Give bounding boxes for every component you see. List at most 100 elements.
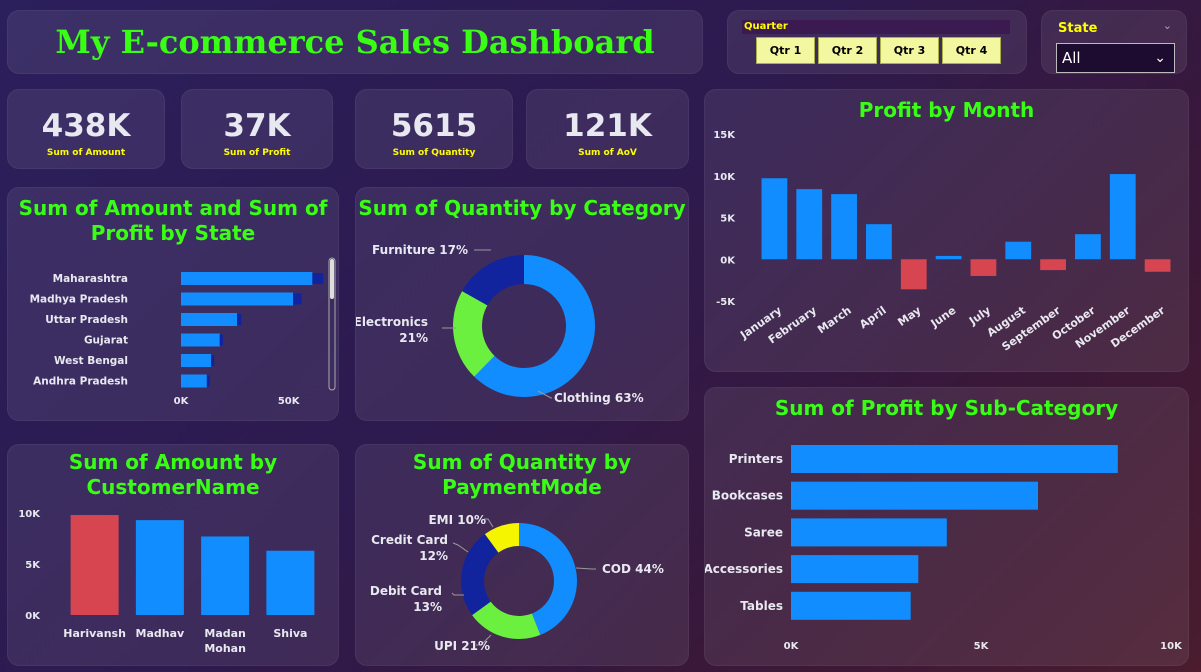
payment-chart-card: Sum of Quantity by PaymentMode COD 44% UP… bbox=[355, 444, 689, 666]
customer-bar bbox=[201, 536, 250, 615]
kpi-label: Sum of Quantity bbox=[392, 148, 476, 158]
bar-label: Tables bbox=[740, 599, 783, 613]
bar-label: Gujarat bbox=[84, 335, 128, 347]
slice-label: Furniture 17% bbox=[372, 243, 468, 257]
month-bar bbox=[796, 189, 823, 260]
subcat-chart-card: Sum of Profit by Sub-Category Printers Bo… bbox=[704, 387, 1189, 666]
subcat-bar bbox=[791, 555, 919, 584]
profit-bar bbox=[219, 334, 223, 346]
month-bar bbox=[1040, 259, 1066, 271]
quarter-button-qtr1[interactable]: Qtr 1 bbox=[756, 37, 815, 64]
tick-label: 0K bbox=[25, 611, 41, 622]
kpi-card-quantity: 5615 Sum of Quantity bbox=[355, 89, 513, 169]
month-chart-card: Profit by Month 15K 10K 5K 0K -5K January Febr… bbox=[704, 89, 1189, 372]
subcat-bar bbox=[791, 518, 947, 547]
kpi-card-profit: 37K Sum of Profit bbox=[181, 89, 333, 169]
quarter-slicer: Quarter Qtr 1 Qtr 2 Qtr 3 Qtr 4 bbox=[727, 10, 1027, 74]
tick-label: 0K bbox=[784, 641, 800, 652]
month-label: June bbox=[928, 304, 959, 331]
slice-label: 13% bbox=[413, 600, 442, 614]
bar-label: Printers bbox=[729, 452, 783, 466]
amount-bar bbox=[181, 374, 207, 388]
tick-label: 10K bbox=[1160, 641, 1183, 652]
leader-line bbox=[575, 567, 596, 570]
state-chart-card: Sum of Amount and Sum of Profit by State… bbox=[7, 187, 339, 421]
month-bar bbox=[761, 178, 788, 260]
leader-line bbox=[452, 542, 469, 553]
slice-label: COD 44% bbox=[602, 562, 664, 576]
state-dropdown[interactable]: All ⌄ bbox=[1056, 43, 1175, 73]
month-bar-chart: 15K10K5K0K-5KJanuaryFebruaryMarch April Ma… bbox=[713, 130, 1171, 354]
month-bar bbox=[935, 255, 962, 260]
month-bar bbox=[1075, 234, 1101, 260]
dropdown-caret-icon: ⌄ bbox=[1154, 50, 1166, 66]
customer-label: Harivansh bbox=[63, 627, 126, 640]
state-slicer-label: State bbox=[1058, 21, 1098, 36]
tick-label: 5K bbox=[720, 214, 736, 225]
chevron-down-icon[interactable]: ⌄ bbox=[1163, 19, 1172, 32]
tick-label: 50K bbox=[278, 396, 301, 407]
customer-bar bbox=[266, 550, 315, 615]
payment-donut-chart: COD 44% UPI 21% Debit Card 13% Credit Card 12… bbox=[370, 513, 664, 653]
kpi-card-aov: 121K Sum of AoV bbox=[526, 89, 689, 169]
slice-label: Credit Card bbox=[371, 533, 448, 547]
month-bar bbox=[1005, 241, 1032, 260]
amount-bar bbox=[181, 292, 293, 306]
month-label: April bbox=[857, 304, 889, 331]
tick-label: 0K bbox=[720, 255, 736, 266]
kpi-label: Sum of AoV bbox=[578, 148, 637, 158]
tick-label: -5K bbox=[716, 297, 736, 308]
month-label: March bbox=[815, 304, 854, 337]
subcat-bar bbox=[791, 481, 1038, 510]
bar-label: Uttar Pradesh bbox=[45, 314, 128, 326]
kpi-value: 5615 bbox=[390, 108, 478, 144]
customer-label: Mohan bbox=[204, 642, 246, 655]
amount-bar bbox=[181, 354, 212, 367]
slice-label: 12% bbox=[419, 549, 448, 563]
slice-label: Clothing 63% bbox=[554, 391, 644, 405]
state-bar-chart: Maharashtra Madhya Pradesh Uttar Pradesh Gu… bbox=[30, 257, 336, 407]
tick-label: 5K bbox=[974, 641, 990, 652]
profit-bar bbox=[211, 355, 215, 366]
tick-label: 10K bbox=[18, 509, 41, 520]
slice-label: Electronics bbox=[356, 315, 428, 329]
month-bar bbox=[866, 224, 892, 260]
customer-label: Madan bbox=[204, 627, 246, 640]
month-label: July bbox=[966, 304, 993, 328]
slice-label: UPI 21% bbox=[434, 639, 490, 653]
quarter-button-qtr4[interactable]: Qtr 4 bbox=[942, 37, 1001, 64]
dashboard-title: My E-commerce Sales Dashboard bbox=[55, 23, 655, 61]
month-bar bbox=[1109, 174, 1136, 260]
tick-label: 5K bbox=[25, 560, 41, 571]
bar-label: Accessories bbox=[705, 562, 783, 576]
profit-bar bbox=[206, 375, 210, 387]
tick-label: 0K bbox=[174, 396, 190, 407]
customer-label: Shiva bbox=[273, 627, 307, 640]
subcategory-bar-chart: Printers Bookcases Saree Accessories Tables 0… bbox=[705, 445, 1183, 652]
category-donut-chart: Clothing 63% Electronics 21% Furniture 17% bbox=[356, 243, 644, 405]
customer-bar-chart: 10K 5K 0K Harivansh Madhav Madan Mohan Shiva bbox=[18, 509, 315, 655]
slice-label: Debit Card bbox=[370, 584, 442, 598]
subcat-bar bbox=[791, 445, 1118, 473]
quarter-button-qtr3[interactable]: Qtr 3 bbox=[880, 37, 939, 64]
quarter-slicer-label: Quarter bbox=[742, 20, 1010, 34]
title-card: My E-commerce Sales Dashboard bbox=[7, 10, 703, 74]
bar-label: Andhra Pradesh bbox=[33, 376, 128, 388]
month-bar bbox=[831, 194, 857, 260]
slice-label: 21% bbox=[399, 331, 428, 345]
month-bar bbox=[970, 259, 997, 276]
bar-label: Maharashtra bbox=[53, 273, 128, 285]
bar-label: Saree bbox=[744, 525, 783, 539]
tick-label: 10K bbox=[713, 172, 736, 183]
profit-bar bbox=[293, 293, 302, 305]
leader-line bbox=[451, 592, 464, 596]
amount-bar bbox=[181, 272, 313, 285]
quarter-button-qtr2[interactable]: Qtr 2 bbox=[818, 37, 877, 64]
tick-label: 15K bbox=[713, 130, 736, 141]
customer-bar bbox=[70, 515, 119, 615]
profit-bar bbox=[237, 314, 242, 325]
subcat-bar bbox=[791, 591, 911, 620]
kpi-label: Sum of Profit bbox=[223, 148, 291, 158]
category-chart-card: Sum of Quantity by Category Clothing 63%… bbox=[355, 187, 689, 421]
customer-chart-card: Sum of Amount by CustomerName 10K 5K 0K Har… bbox=[7, 444, 339, 666]
